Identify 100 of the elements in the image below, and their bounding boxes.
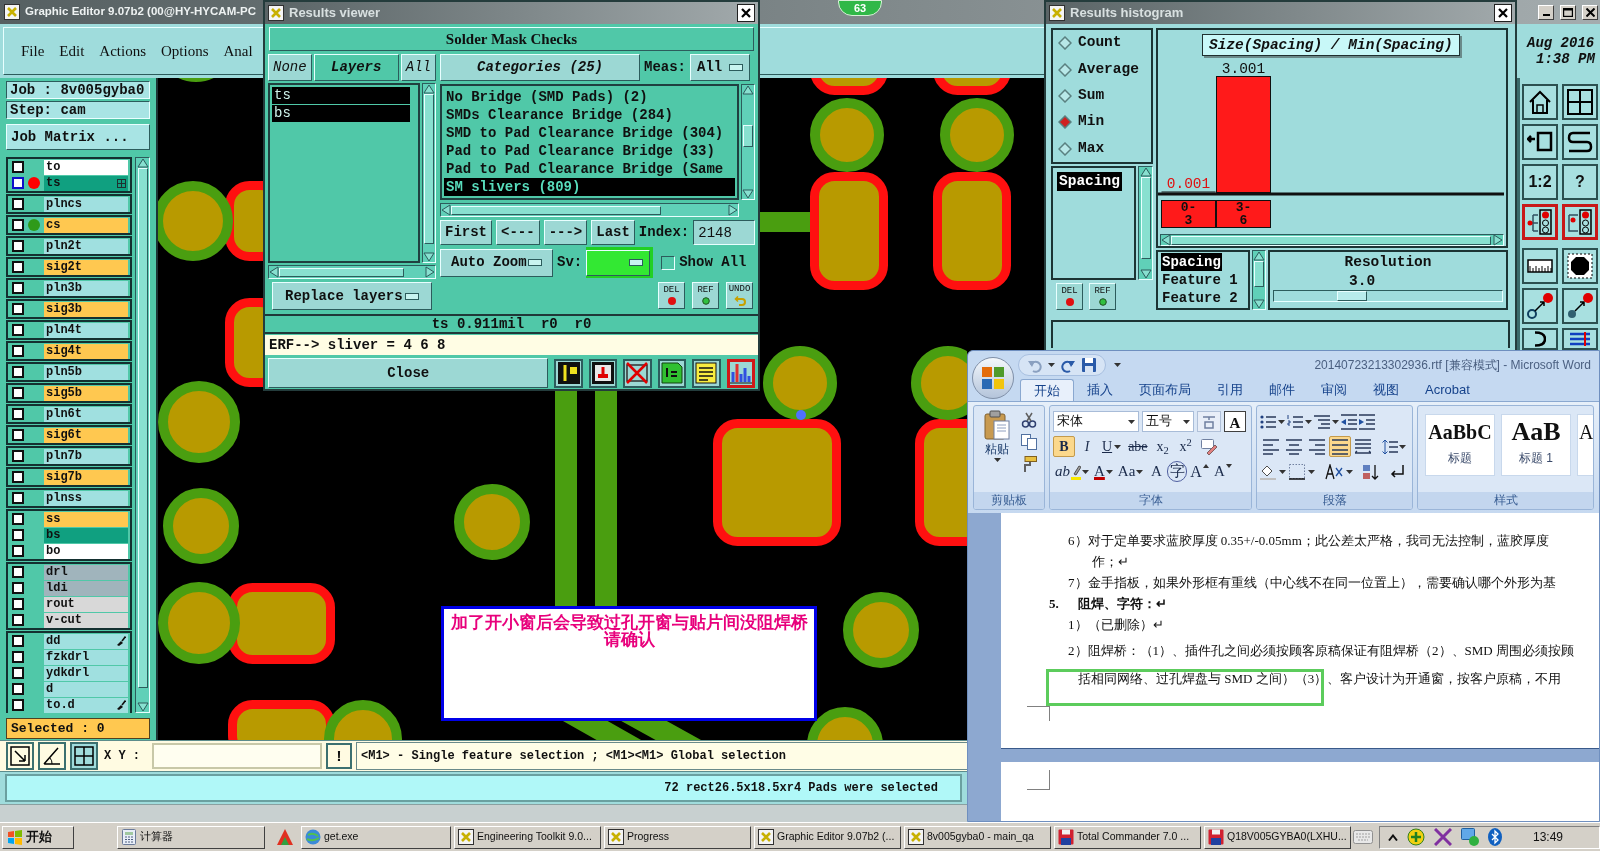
reference-button[interactable]: REF [692, 281, 719, 309]
layer-name[interactable]: ydkdrl [44, 665, 128, 681]
delete-button[interactable]: DEL [1056, 282, 1083, 310]
layer-checkbox[interactable] [12, 161, 24, 173]
scroll-down-arrow-icon[interactable] [1253, 299, 1265, 309]
italic-button[interactable]: I [1076, 436, 1098, 457]
layer-name[interactable]: plncs [44, 196, 128, 212]
layer-name[interactable]: dd [44, 633, 128, 649]
increase-indent-icon[interactable] [1359, 413, 1375, 430]
layer-name[interactable]: pln4t [44, 322, 128, 338]
resolution-slider[interactable] [1273, 290, 1503, 302]
save-icon[interactable] [1081, 357, 1097, 373]
layer-list-item[interactable]: ts [272, 87, 410, 104]
horizontal-scrollbar[interactable] [268, 265, 436, 279]
font-name-field[interactable]: 宋体 [1053, 411, 1139, 432]
layer-checkbox[interactable] [12, 545, 24, 557]
layer-name[interactable]: to.d [44, 697, 128, 713]
paste-button[interactable]: 粘贴 [977, 410, 1017, 472]
scroll-up-arrow-icon[interactable] [136, 158, 149, 168]
taskbar-button[interactable]: Engineering Toolkit 9.0... [454, 825, 601, 849]
scroll-up-arrow-icon[interactable] [423, 84, 435, 94]
keyboard-icon[interactable] [1352, 830, 1373, 844]
sort-icon[interactable] [1363, 463, 1379, 480]
layer-list-item[interactable]: bs [272, 105, 410, 122]
sub-button[interactable]: x$_{2}$ [1151, 436, 1174, 457]
layer-name[interactable]: pln3b [44, 280, 128, 296]
delete-button[interactable]: DEL [658, 281, 685, 309]
severity-dropdown[interactable] [586, 249, 651, 276]
layer-name[interactable]: cs [44, 217, 128, 233]
layer-checkbox[interactable] [12, 529, 24, 541]
slider-thumb[interactable] [1337, 291, 1367, 301]
alignment-button[interactable] [1283, 436, 1305, 457]
category-item[interactable]: SMDs Clearance Bridge (284) [444, 106, 735, 124]
layer-checkbox[interactable] [12, 683, 24, 695]
alignment-button[interactable] [1260, 436, 1282, 457]
layer-checkbox[interactable] [12, 635, 24, 647]
select-button[interactable]: All [400, 54, 436, 81]
layer-checkbox[interactable] [12, 387, 24, 399]
tool-button[interactable] [588, 358, 618, 388]
ribbon-tab[interactable]: 审阅 [1308, 379, 1360, 401]
layer-checkbox[interactable] [12, 651, 24, 663]
meas-dropdown[interactable]: All [690, 54, 750, 81]
tool-button[interactable] [1522, 124, 1558, 160]
launcher-icon[interactable] [276, 828, 294, 846]
close-button[interactable] [1494, 4, 1512, 22]
style-gallery-item[interactable]: AaBbC 标题 [1425, 414, 1495, 476]
tool-button[interactable] [6, 742, 34, 770]
bold-button[interactable]: B [1053, 436, 1075, 457]
copy-icon[interactable] [1021, 434, 1037, 450]
alert-button[interactable]: ! [326, 743, 352, 769]
layer-checkbox[interactable] [12, 614, 24, 626]
ribbon-tab[interactable]: 邮件 [1256, 379, 1308, 401]
paint-bucket-icon[interactable] [1260, 463, 1276, 480]
layer-name[interactable]: v-cut [44, 612, 128, 628]
cross-icon[interactable] [1433, 828, 1452, 846]
scroll-down-arrow-icon[interactable] [136, 702, 149, 712]
radio-diamond-icon[interactable] [1058, 88, 1072, 103]
horizontal-scrollbar[interactable] [1160, 234, 1504, 246]
layer-name[interactable]: rout [44, 596, 128, 612]
shrink-button[interactable]: A [1211, 461, 1234, 482]
layer-name[interactable]: fzkdrl [44, 649, 128, 665]
asian-layout-icon[interactable] [1325, 463, 1343, 480]
minimize-button[interactable] [1538, 4, 1554, 20]
tool-button[interactable] [692, 358, 721, 388]
navigation-button[interactable]: ---> [543, 220, 588, 245]
layer-name[interactable]: bs [44, 527, 128, 543]
scroll-left-arrow-icon[interactable] [1161, 234, 1171, 246]
field-item[interactable]: Feature 1 [1161, 271, 1239, 289]
scroll-up-arrow-icon[interactable] [1253, 251, 1265, 261]
font-size-field[interactable]: 五号 [1142, 411, 1194, 432]
ribbon-tab[interactable]: 页面布局 [1126, 379, 1204, 401]
radio-label[interactable]: Max [1078, 137, 1105, 160]
format-painter-icon[interactable] [1021, 456, 1037, 472]
alignment-button[interactable] [1352, 436, 1374, 457]
bluetooth-icon[interactable] [1487, 828, 1502, 846]
menu-item[interactable]: Anal [223, 39, 253, 63]
layer-name[interactable]: bo [44, 543, 128, 559]
replace-layers-dropdown[interactable]: Replace layers [272, 282, 432, 310]
scroll-right-arrow-icon[interactable] [1493, 234, 1503, 246]
radio-diamond-icon[interactable] [1058, 62, 1072, 77]
layer-name[interactable]: sig2t [44, 259, 128, 275]
scissors-icon[interactable] [1021, 412, 1037, 428]
layer-name[interactable]: pln2t [44, 238, 128, 254]
radio-label[interactable]: Average [1078, 58, 1139, 81]
tool-button[interactable] [1562, 288, 1598, 324]
measure-item[interactable]: Spacing [1057, 172, 1122, 191]
layer-name[interactable]: d [44, 681, 128, 697]
layer-name[interactable]: sig5b [44, 385, 128, 401]
checkbox[interactable] [661, 255, 676, 270]
category-item[interactable]: No Bridge (SMD Pads) (2) [444, 88, 735, 106]
menu-item[interactable]: Options [161, 39, 209, 63]
layer-name[interactable]: sig3b [44, 301, 128, 317]
layer-checkbox[interactable] [12, 366, 24, 378]
tool-button[interactable] [1522, 204, 1558, 240]
layer-checkbox[interactable] [12, 282, 24, 294]
plus-circle-icon[interactable] [1406, 828, 1425, 846]
layer-checkbox[interactable] [12, 429, 24, 441]
tool-button[interactable]: 1:2 [1522, 164, 1558, 200]
layer-name[interactable]: ts [44, 175, 128, 191]
radio-label[interactable]: Min [1078, 111, 1105, 134]
